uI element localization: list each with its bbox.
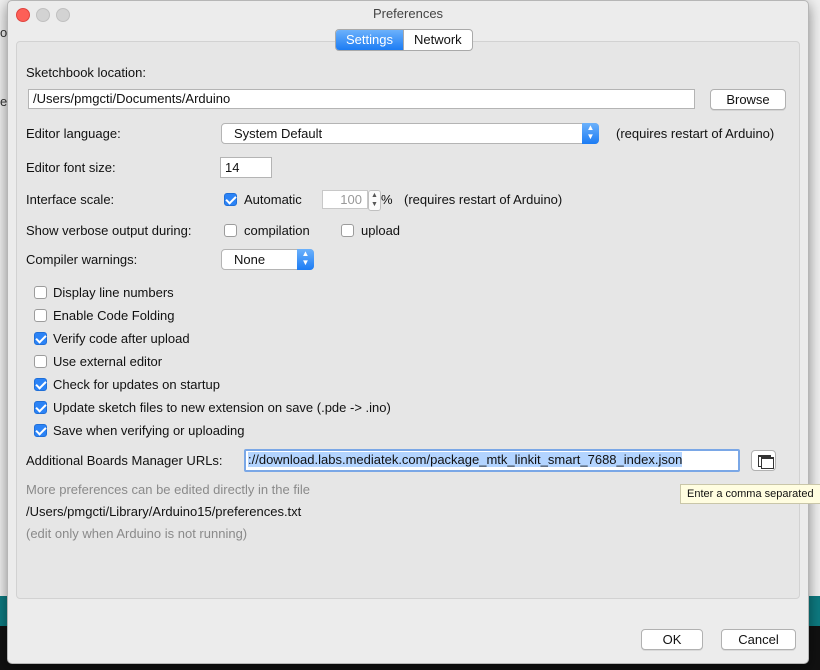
- interface-scale-label: Interface scale:: [26, 192, 115, 207]
- boards-manager-urls-value: ://download.labs.mediatek.com/package_mt…: [248, 452, 683, 467]
- updown-chevron-icon: ▲ ▼: [297, 249, 314, 270]
- boards-manager-urls-label: Additional Boards Manager URLs:: [26, 453, 223, 468]
- save-when-verifying-label: Save when verifying or uploading: [53, 423, 245, 438]
- interface-scale-input[interactable]: 100: [322, 190, 368, 209]
- compiler-warnings-label: Compiler warnings:: [26, 252, 138, 267]
- editor-language-value: System Default: [234, 126, 323, 141]
- compiler-warnings-select[interactable]: None ▲ ▼: [221, 249, 314, 270]
- check-updates-label: Check for updates on startup: [53, 377, 220, 392]
- check-updates-checkbox[interactable]: [34, 378, 47, 391]
- verify-after-upload-label: Verify code after upload: [53, 331, 190, 346]
- boards-manager-urls-input[interactable]: ://download.labs.mediatek.com/package_mt…: [244, 449, 740, 472]
- editor-language-note: (requires restart of Arduino): [616, 126, 775, 141]
- display-line-numbers-checkbox[interactable]: [34, 286, 47, 299]
- interface-scale-note: (requires restart of Arduino): [404, 192, 563, 207]
- preferences-window: Preferences Settings Network Sketchbook …: [7, 0, 809, 664]
- save-when-verifying-checkbox[interactable]: [34, 424, 47, 437]
- verbose-upload-label: upload: [361, 223, 401, 238]
- font-size-input[interactable]: 14: [220, 157, 272, 178]
- edit-note: (edit only when Arduino is not running): [26, 526, 248, 541]
- sketchbook-location-input[interactable]: /Users/pmgcti/Documents/Arduino: [28, 89, 695, 109]
- verify-after-upload-checkbox[interactable]: [34, 332, 47, 345]
- display-line-numbers-label: Display line numbers: [53, 285, 174, 300]
- more-preferences-text: More preferences can be edited directly …: [26, 482, 310, 497]
- urls-tooltip: Enter a comma separated: [680, 484, 820, 504]
- update-sketch-extension-checkbox[interactable]: [34, 401, 47, 414]
- title-bar[interactable]: Preferences: [8, 1, 808, 27]
- editor-language-label: Editor language:: [26, 126, 121, 141]
- update-sketch-extension-label: Update sketch files to new extension on …: [53, 400, 391, 415]
- sketchbook-location-label: Sketchbook location:: [26, 65, 146, 80]
- windows-icon: [761, 457, 774, 469]
- editor-language-select[interactable]: System Default ▲ ▼: [221, 123, 599, 144]
- browse-button[interactable]: Browse: [710, 89, 786, 110]
- enable-code-folding-label: Enable Code Folding: [53, 308, 175, 323]
- edit-urls-button[interactable]: [751, 450, 776, 471]
- automatic-scale-label: Automatic: [244, 192, 302, 207]
- tab-bar: Settings Network: [335, 29, 473, 51]
- enable-code-folding-checkbox[interactable]: [34, 309, 47, 322]
- automatic-scale-checkbox[interactable]: [224, 193, 237, 206]
- cancel-button[interactable]: Cancel: [721, 629, 796, 650]
- compiler-warnings-value: None: [234, 252, 266, 267]
- verbose-compilation-checkbox[interactable]: [224, 224, 237, 237]
- verbose-output-label: Show verbose output during:: [26, 223, 192, 238]
- font-size-label: Editor font size:: [26, 160, 116, 175]
- updown-chevron-icon: ▲ ▼: [582, 123, 599, 144]
- window-title: Preferences: [372, 6, 444, 21]
- verbose-compilation-label: compilation: [244, 223, 310, 238]
- ok-button[interactable]: OK: [641, 629, 703, 650]
- preferences-file-path: /Users/pmgcti/Library/Arduino15/preferen…: [26, 504, 302, 519]
- verbose-upload-checkbox[interactable]: [341, 224, 354, 237]
- external-editor-label: Use external editor: [53, 354, 163, 369]
- tab-settings[interactable]: Settings: [336, 30, 403, 50]
- percent-sign: %: [381, 192, 393, 207]
- external-editor-checkbox[interactable]: [34, 355, 47, 368]
- scale-stepper[interactable]: ▲ ▼: [368, 190, 381, 211]
- tab-network[interactable]: Network: [402, 30, 472, 50]
